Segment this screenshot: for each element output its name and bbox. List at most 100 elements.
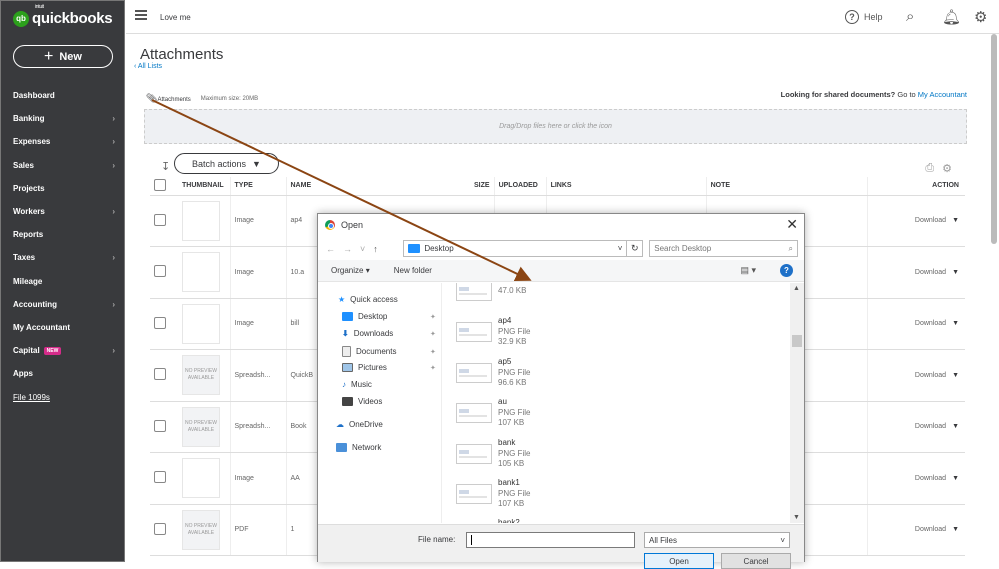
no-preview-thumbnail[interactable]: NO PREVIEW AVAILABLE bbox=[182, 509, 220, 550]
file-name-input[interactable] bbox=[466, 532, 635, 548]
page-scrollbar[interactable] bbox=[991, 34, 997, 244]
new-button[interactable]: + New bbox=[13, 45, 113, 68]
scroll-up-icon[interactable]: ▲ bbox=[793, 285, 800, 292]
row-checkbox[interactable] bbox=[154, 213, 166, 226]
nav-onedrive[interactable]: ☁ OneDrive bbox=[336, 420, 383, 429]
forward-arrow-icon[interactable]: → bbox=[343, 244, 352, 254]
sidebar-item-capital[interactable]: Capital NEW › bbox=[1, 339, 125, 362]
row-checkbox[interactable] bbox=[154, 368, 166, 381]
scroll-thumb[interactable] bbox=[792, 335, 802, 347]
caret-down-icon[interactable]: ▼ bbox=[952, 320, 959, 327]
sidebar-item-workers[interactable]: Workers › bbox=[1, 200, 125, 223]
file-list-scrollbar[interactable]: ▲ ▼ bbox=[790, 283, 804, 523]
sidebar-item-banking[interactable]: Banking › bbox=[1, 107, 125, 130]
recent-chevron-icon[interactable]: ˅ bbox=[360, 244, 365, 254]
nav-downloads[interactable]: ⬇ Downloads ✦ bbox=[342, 329, 440, 338]
caret-down-icon[interactable]: ▼ bbox=[952, 217, 959, 224]
printer-icon[interactable]: ⎙ bbox=[925, 162, 934, 175]
file-type-select[interactable]: All Files ˅ bbox=[644, 532, 790, 548]
thumbnail-image[interactable] bbox=[182, 303, 220, 344]
download-link[interactable]: Download bbox=[915, 269, 946, 276]
sidebar-item-accounting[interactable]: Accounting › bbox=[1, 293, 125, 316]
drop-zone[interactable]: Drag/Drop files here or click the icon bbox=[144, 109, 967, 144]
sidebar-item-dashboard[interactable]: Dashboard bbox=[1, 84, 125, 107]
file-item[interactable]: ap5 PNG File 96.6 KB bbox=[456, 357, 530, 389]
nav-quick-access[interactable]: ★ Quick access bbox=[338, 295, 398, 304]
sidebar-item-my-accountant[interactable]: My Accountant bbox=[1, 316, 125, 339]
nav-pictures[interactable]: Pictures ✦ bbox=[342, 363, 440, 372]
cancel-button[interactable]: Cancel bbox=[721, 553, 791, 569]
file-item[interactable]: au PNG File 107 KB bbox=[456, 397, 530, 429]
download-link[interactable]: Download bbox=[915, 526, 946, 533]
attach-button[interactable]: 📎︎Attachments bbox=[146, 93, 191, 104]
search-icon[interactable]: ⌕ bbox=[906, 8, 914, 25]
file-item[interactable]: ap4 PNG File 32.9 KB bbox=[456, 316, 530, 348]
sidebar-item-sales[interactable]: Sales › bbox=[1, 154, 125, 177]
hamburger-menu-icon[interactable] bbox=[135, 10, 147, 20]
nav-network[interactable]: Network bbox=[336, 443, 381, 452]
col-type[interactable]: TYPE bbox=[229, 177, 286, 196]
up-arrow-icon[interactable]: ↑ bbox=[373, 244, 378, 254]
row-checkbox[interactable] bbox=[154, 522, 166, 535]
nav-music[interactable]: ♪ Music bbox=[342, 380, 372, 389]
close-icon[interactable]: ✕ bbox=[786, 216, 798, 233]
nav-documents[interactable]: Documents ✦ bbox=[342, 346, 440, 357]
sidebar-item-expenses[interactable]: Expenses › bbox=[1, 130, 125, 153]
new-folder-button[interactable]: New folder bbox=[394, 266, 432, 275]
organize-menu[interactable]: Organize ▾ bbox=[331, 266, 370, 275]
refresh-icon[interactable]: ↻ bbox=[627, 240, 644, 257]
row-checkbox[interactable] bbox=[154, 265, 166, 278]
nav-videos[interactable]: Videos bbox=[342, 397, 382, 406]
col-name[interactable]: NAME bbox=[285, 177, 470, 196]
bell-icon[interactable]: 🔔︎ bbox=[942, 8, 961, 26]
row-checkbox[interactable] bbox=[154, 471, 166, 484]
no-preview-thumbnail[interactable]: NO PREVIEW AVAILABLE bbox=[182, 406, 220, 447]
sidebar-item-file-1099s[interactable]: File 1099s bbox=[1, 385, 125, 408]
row-checkbox[interactable] bbox=[154, 316, 166, 329]
col-uploaded[interactable]: UPLOADED bbox=[493, 177, 547, 196]
file-item[interactable]: bank1 PNG File 107 KB bbox=[456, 478, 530, 510]
batch-actions-button[interactable]: Batch actions ▼ bbox=[174, 153, 279, 174]
view-options-icon[interactable]: ▤ ▾ bbox=[740, 265, 756, 276]
my-accountant-link[interactable]: My Accountant bbox=[918, 90, 967, 99]
settings-gear-icon[interactable]: ⚙ bbox=[942, 162, 952, 175]
nav-desktop[interactable]: Desktop ✦ bbox=[342, 312, 440, 321]
select-all-checkbox[interactable] bbox=[154, 178, 166, 191]
thumbnail-image[interactable] bbox=[182, 458, 220, 499]
caret-down-icon[interactable]: ▼ bbox=[952, 372, 959, 379]
download-link[interactable]: Download bbox=[915, 320, 946, 327]
thumbnail-image[interactable] bbox=[182, 252, 220, 293]
sort-arrow-icon[interactable]: ↧ bbox=[161, 160, 170, 173]
caret-down-icon[interactable]: ▼ bbox=[952, 423, 959, 430]
caret-down-icon[interactable]: ▼ bbox=[952, 269, 959, 276]
file-item[interactable]: PNG File47.0 KB bbox=[456, 283, 530, 301]
col-size[interactable]: SIZE bbox=[470, 177, 495, 196]
thumbnail-image[interactable] bbox=[182, 200, 220, 241]
download-link[interactable]: Download bbox=[915, 372, 946, 379]
file-item[interactable]: bank PNG File 105 KB bbox=[456, 438, 530, 470]
sidebar-item-projects[interactable]: Projects bbox=[1, 177, 125, 200]
sidebar-item-apps[interactable]: Apps bbox=[1, 362, 125, 385]
scroll-down-icon[interactable]: ▼ bbox=[793, 514, 800, 521]
address-bar[interactable]: Desktop ˅ bbox=[403, 240, 628, 257]
download-link[interactable]: Download bbox=[915, 423, 946, 430]
sidebar-item-reports[interactable]: Reports bbox=[1, 223, 125, 246]
download-link[interactable]: Download bbox=[915, 217, 946, 224]
file-item[interactable]: bank2 bbox=[456, 518, 520, 523]
chevron-down-icon[interactable]: ˅ bbox=[618, 244, 623, 253]
caret-down-icon[interactable]: ▼ bbox=[952, 526, 959, 533]
no-preview-thumbnail[interactable]: NO PREVIEW AVAILABLE bbox=[182, 355, 220, 396]
open-button[interactable]: Open bbox=[644, 553, 714, 569]
sidebar-item-mileage[interactable]: Mileage bbox=[1, 270, 125, 293]
help-icon[interactable]: ? bbox=[780, 264, 793, 277]
quickbooks-logo[interactable]: qb intuit quickbooks bbox=[13, 4, 113, 27]
caret-down-icon[interactable]: ▼ bbox=[952, 475, 959, 482]
gear-icon[interactable]: ⚙ bbox=[974, 8, 987, 26]
download-link[interactable]: Download bbox=[915, 475, 946, 482]
row-checkbox[interactable] bbox=[154, 419, 166, 432]
sidebar-item-taxes[interactable]: Taxes › bbox=[1, 246, 125, 269]
back-arrow-icon[interactable]: ← bbox=[326, 244, 335, 254]
search-desktop-input[interactable]: Search Desktop ⌕ bbox=[649, 240, 798, 257]
all-lists-link[interactable]: ‹ All Lists bbox=[134, 63, 162, 70]
help-button[interactable]: ? Help bbox=[845, 10, 883, 24]
